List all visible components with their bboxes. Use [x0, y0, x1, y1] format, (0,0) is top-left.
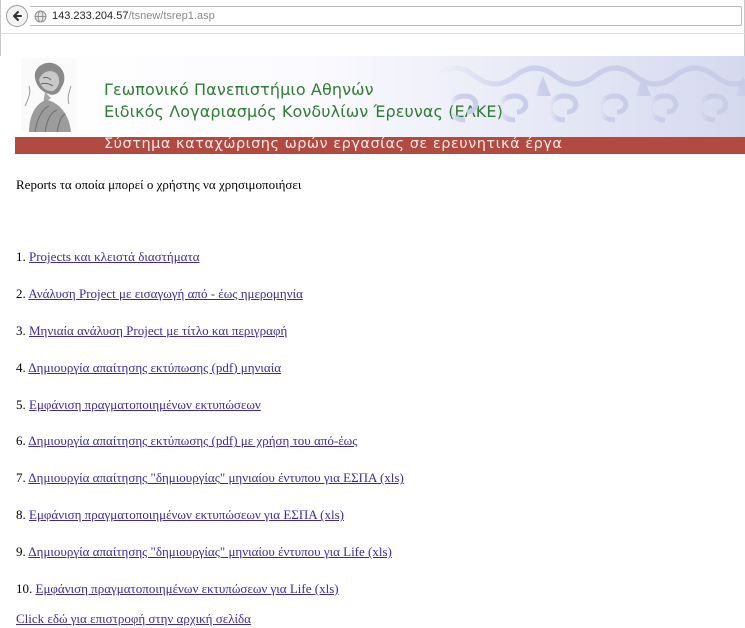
- list-item: 5. Εμφάνιση πραγματοποιημένων εκτυπώσεων: [16, 397, 404, 434]
- address-bar[interactable]: 143.233.204.57/tsnew/tsrep1.asp: [30, 6, 742, 26]
- system-name: Σύστημα καταχώρισης ωρών εργασίας σε ερε…: [104, 136, 563, 152]
- report-link-monthly-pdf-request[interactable]: Δημιουργία απαίτησης εκτύπωσης (pdf) μην…: [28, 360, 281, 375]
- site-banner: Γεωπονικό Πανεπιστήμιο Αθηνών Ειδικός Λο…: [15, 56, 745, 138]
- home-link[interactable]: Click εδώ για επιστροφή στην αρχική σελί…: [16, 611, 251, 627]
- url-host: 143.233.204.57: [52, 10, 129, 22]
- report-link-projects-closed-periods[interactable]: Projects και κλειστά διαστήματα: [29, 249, 200, 264]
- report-number: 4.: [16, 359, 26, 375]
- report-number: 2.: [16, 285, 26, 301]
- globe-icon: [34, 10, 47, 23]
- back-arrow-icon: [11, 10, 23, 22]
- report-link-pdf-request-range[interactable]: Δημιουργία απαίτησης εκτύπωσης (pdf) με …: [28, 433, 357, 448]
- report-link-life-xls-request[interactable]: Δημιουργία απαίτησης "δημιουργίας" μηνια…: [28, 544, 392, 559]
- report-link-monthly-project[interactable]: Μηνιαία ανάλυση Project με τίτλο και περ…: [29, 323, 287, 338]
- report-link-life-prints[interactable]: Εμφάνιση πραγματοποιημένων εκτυπώσεων γι…: [36, 581, 339, 596]
- report-number: 10.: [16, 581, 33, 597]
- banner-title: Γεωπονικό Πανεπιστήμιο Αθηνών: [104, 80, 374, 99]
- report-link-project-date-range[interactable]: Ανάλυση Project με εισαγωγή από - έως ημ…: [28, 286, 303, 301]
- browser-chrome: 143.233.204.57/tsnew/tsrep1.asp: [0, 0, 745, 56]
- list-item: 4. Δημιουργία απαίτησης εκτύπωσης (pdf) …: [16, 360, 404, 397]
- report-number: 8.: [16, 507, 26, 523]
- report-link-completed-prints[interactable]: Εμφάνιση πραγματοποιημένων εκτυπώσεων: [29, 397, 261, 412]
- list-item: 3. Μηνιαία ανάλυση Project με τίτλο και …: [16, 323, 404, 360]
- report-number: 7.: [16, 470, 26, 486]
- report-link-espa-xls-request[interactable]: Δημιουργία απαίτησης "δημιουργίας" μηνια…: [28, 470, 403, 485]
- report-link-espa-prints[interactable]: Εμφάνιση πραγματοποιημένων εκτυπώσεων γι…: [29, 507, 344, 522]
- chrome-divider: [0, 33, 745, 34]
- report-number: 6.: [16, 433, 26, 449]
- report-number: 1.: [16, 249, 26, 264]
- meander-ornament: [433, 56, 745, 138]
- back-button[interactable]: [6, 5, 28, 27]
- list-item: 7. Δημιουργία απαίτησης "δημιουργίας" μη…: [16, 470, 404, 507]
- list-item: 8. Εμφάνιση πραγματοποιημένων εκτυπώσεων…: [16, 507, 404, 544]
- url-text: 143.233.204.57/tsnew/tsrep1.asp: [52, 10, 215, 22]
- reports-intro: Reports τα οποία μπορεί ο χρήστης να χρη…: [16, 177, 302, 192]
- report-number: 9.: [16, 544, 26, 560]
- list-item: 2. Ανάλυση Project με εισαγωγή από - έως…: [16, 286, 404, 323]
- report-number: 3.: [16, 322, 26, 338]
- list-item: 9. Δημιουργία απαίτησης "δημιουργίας" μη…: [16, 544, 404, 581]
- system-name-bar: Σύστημα καταχώρισης ωρών εργασίας σε ερε…: [15, 136, 745, 154]
- reports-list: 1. Projects και κλειστά διαστήματα 2. Αν…: [16, 249, 404, 618]
- list-item: 1. Projects και κλειστά διαστήματα: [16, 249, 404, 286]
- portrait-logo: [21, 58, 77, 133]
- report-number: 5.: [16, 396, 26, 412]
- list-item: 6. Δημιουργία απαίτησης εκτύπωσης (pdf) …: [16, 433, 404, 470]
- url-path: /tsnew/tsrep1.asp: [128, 10, 215, 22]
